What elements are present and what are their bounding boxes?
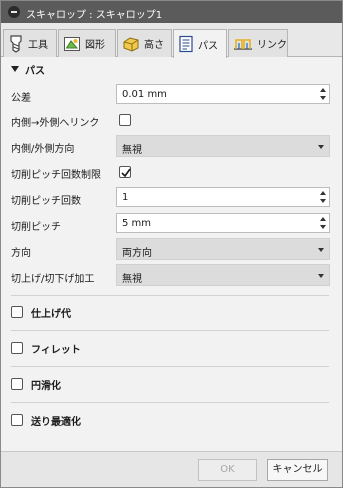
ok-button[interactable]: OK: [198, 459, 257, 481]
section-divider: [11, 366, 329, 367]
tab-passes[interactable]: パス: [173, 29, 227, 58]
tab-geometry-label: 図形: [85, 40, 105, 51]
collapse-icon[interactable]: [8, 6, 20, 18]
stepover-count-spinner[interactable]: [320, 191, 326, 203]
section-divider: [11, 330, 329, 331]
smoothing-checkbox[interactable]: [11, 378, 23, 390]
tab-tool-label: 工具: [28, 40, 48, 51]
tolerance-spinner[interactable]: [320, 88, 326, 100]
chevron-down-icon: [318, 145, 324, 149]
tab-linking-label: リンク: [257, 40, 287, 51]
geometry-icon: [63, 36, 81, 52]
chevron-down-icon: [318, 274, 324, 278]
feed-optimization-label: 送り最適化: [31, 416, 81, 428]
section-divider: [11, 402, 329, 403]
smoothing-label: 円滑化: [31, 380, 61, 392]
stepover-limit-checkbox[interactable]: [119, 166, 131, 178]
feed-optimization-checkbox[interactable]: [11, 414, 23, 426]
stock-to-leave-group[interactable]: 仕上げ代: [11, 305, 71, 320]
tab-heights-label: 高さ: [144, 40, 164, 51]
cancel-button[interactable]: キャンセル: [267, 459, 328, 481]
stepover-count-label: 切削ピッチ回数: [11, 196, 81, 207]
passes-section-header[interactable]: パス: [11, 62, 45, 77]
linking-icon: [233, 36, 253, 52]
scallop-dialog: スキャロップ : スキャロップ1 工具 図形 高さ パス リンク パス 公差 0…: [0, 0, 343, 488]
tab-passes-label: パス: [198, 40, 218, 52]
inside-to-outside-label: 内側→外側へリンク: [11, 118, 100, 129]
dialog-footer: OK キャンセル: [1, 451, 342, 487]
dialog-title: スキャロップ : スキャロップ1: [26, 10, 163, 21]
tab-linking[interactable]: リンク: [228, 29, 288, 57]
stock-to-leave-checkbox[interactable]: [11, 306, 23, 318]
section-divider: [11, 295, 329, 296]
tab-tool[interactable]: 工具: [3, 29, 57, 57]
fillets-checkbox[interactable]: [11, 342, 23, 354]
stepover-input[interactable]: 5 mm: [116, 213, 330, 233]
stepover-label: 切削ピッチ: [11, 222, 61, 233]
stepover-spinner[interactable]: [320, 217, 326, 229]
direction-io-dropdown[interactable]: 無視: [116, 135, 330, 157]
stepover-value: 5 mm: [122, 218, 152, 229]
cut-mode-label: 切上げ/切下げ加工: [11, 274, 95, 285]
checkmark-icon: [121, 168, 131, 178]
tolerance-label: 公差: [11, 93, 31, 104]
direction-dropdown[interactable]: 両方向: [116, 238, 330, 260]
direction-value: 両方向: [122, 248, 152, 259]
tolerance-value: 0.01 mm: [122, 89, 167, 100]
passes-section-title: パス: [25, 65, 45, 77]
stock-to-leave-label: 仕上げ代: [31, 308, 71, 320]
passes-icon: [178, 35, 194, 53]
collapse-triangle-icon: [11, 66, 19, 72]
chevron-down-icon: [318, 248, 324, 252]
tab-heights[interactable]: 高さ: [117, 29, 172, 57]
direction-label: 方向: [11, 248, 31, 259]
feed-optimization-group[interactable]: 送り最適化: [11, 413, 81, 428]
tab-geometry[interactable]: 図形: [58, 29, 116, 57]
direction-io-value: 無視: [122, 145, 142, 156]
fillets-label: フィレット: [31, 344, 81, 356]
heights-icon: [122, 36, 140, 52]
inside-to-outside-checkbox[interactable]: [119, 114, 131, 126]
tool-icon: [8, 34, 24, 53]
title-bar[interactable]: スキャロップ : スキャロップ1: [1, 1, 342, 23]
direction-io-label: 内側/外側方向: [11, 144, 75, 155]
tolerance-input[interactable]: 0.01 mm: [116, 84, 330, 104]
stepover-limit-label: 切削ピッチ回数制限: [11, 170, 101, 181]
tab-bar: 工具 図形 高さ パス リンク: [1, 23, 342, 58]
smoothing-group[interactable]: 円滑化: [11, 377, 61, 392]
stepover-count-input[interactable]: 1: [116, 187, 330, 207]
passes-panel: パス 公差 0.01 mm 内側→外側へリンク 内側/外側方向 無視 切削ピッチ…: [1, 57, 342, 451]
fillets-group[interactable]: フィレット: [11, 341, 81, 356]
cut-mode-value: 無視: [122, 274, 142, 285]
stepover-count-value: 1: [122, 192, 129, 203]
cut-mode-dropdown[interactable]: 無視: [116, 264, 330, 286]
